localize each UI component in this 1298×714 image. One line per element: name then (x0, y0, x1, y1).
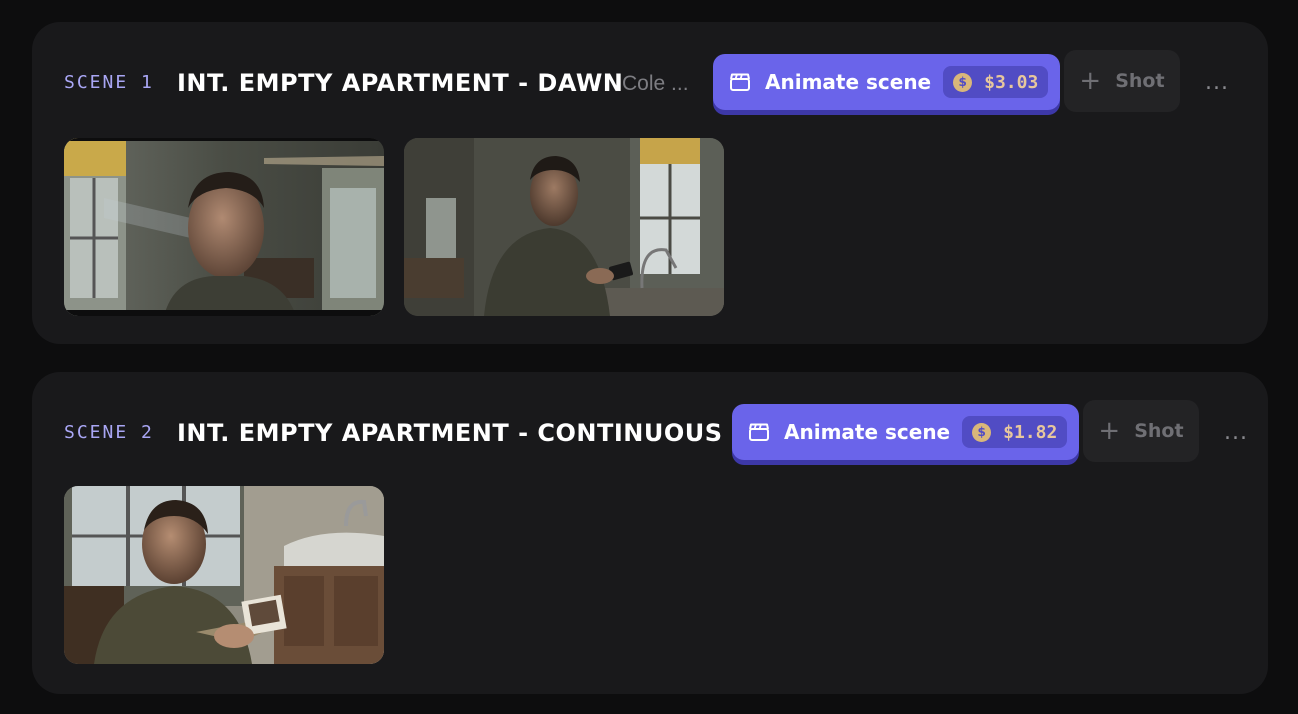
scene-title[interactable]: INT. EMPTY APARTMENT - DAWN (177, 69, 623, 97)
animate-scene-button[interactable]: Animate scene $ $1.82 (732, 404, 1080, 460)
scene-card-1: SCENE 1 INT. EMPTY APARTMENT - DAWN Cole… (32, 22, 1268, 344)
add-shot-label: Shot (1134, 420, 1184, 442)
animate-scene-button[interactable]: Animate scene $ $3.03 (713, 54, 1061, 110)
add-shot-label: Shot (1115, 70, 1165, 92)
shot-image (64, 486, 384, 664)
more-options-button[interactable]: ... (1221, 418, 1251, 448)
cost-value: $1.82 (1003, 421, 1058, 443)
more-options-button[interactable]: ... (1202, 68, 1232, 98)
scene-number-label: SCENE 2 (64, 422, 154, 443)
scene-header: SCENE 2 INT. EMPTY APARTMENT - CONTINUOU… (64, 400, 1251, 464)
clapperboard-icon (730, 73, 750, 91)
scene-card-2: SCENE 2 INT. EMPTY APARTMENT - CONTINUOU… (32, 372, 1268, 694)
scene-number-label: SCENE 1 (64, 72, 154, 93)
animate-scene-label: Animate scene (765, 70, 932, 94)
shot-thumbnail[interactable] (64, 138, 384, 316)
add-shot-button[interactable]: + Shot (1064, 50, 1180, 112)
cost-value: $3.03 (984, 71, 1039, 93)
shot-image (404, 138, 724, 316)
shot-image (64, 138, 384, 316)
clapperboard-icon (749, 423, 769, 441)
scene-title[interactable]: INT. EMPTY APARTMENT - CONTINUOUS (177, 419, 723, 447)
shot-thumbnail[interactable] (404, 138, 724, 316)
animate-scene-label: Animate scene (784, 420, 951, 444)
cost-badge: $ $1.82 (962, 416, 1068, 448)
scene-characters: Cole ... (622, 72, 689, 95)
cost-badge: $ $3.03 (943, 66, 1049, 98)
shot-thumbnail[interactable] (64, 486, 384, 664)
plus-icon: + (1079, 66, 1102, 96)
scene-header: SCENE 1 INT. EMPTY APARTMENT - DAWN Cole… (64, 50, 1248, 114)
coin-icon: $ (953, 72, 973, 92)
plus-icon: + (1098, 416, 1121, 446)
add-shot-button[interactable]: + Shot (1083, 400, 1199, 462)
coin-icon: $ (972, 422, 992, 442)
